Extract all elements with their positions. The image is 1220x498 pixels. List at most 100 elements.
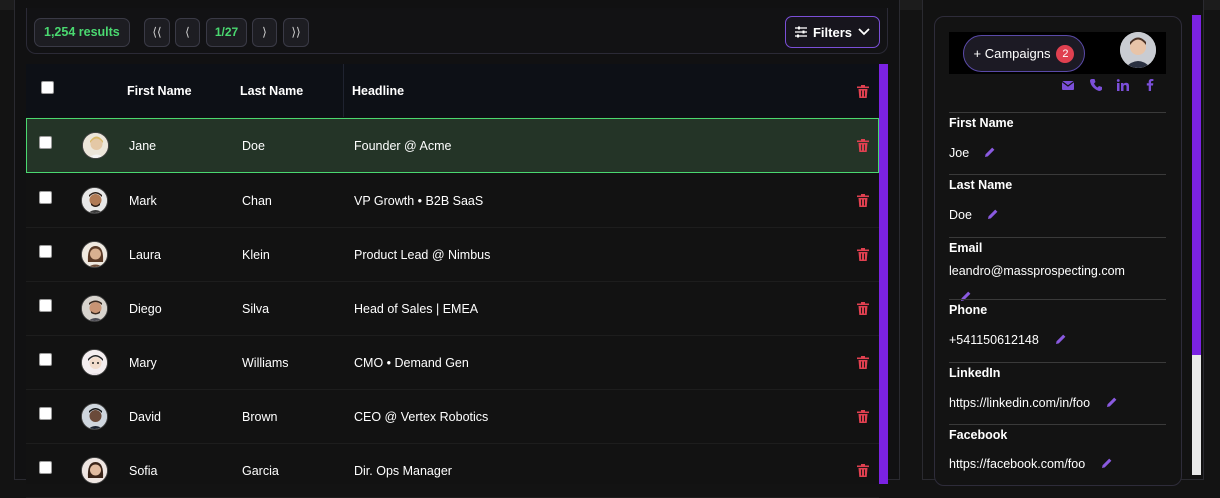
prev-page-button[interactable]: ⟨ xyxy=(175,18,200,47)
facebook-icon[interactable] xyxy=(1143,78,1157,92)
field-divider xyxy=(949,112,1166,113)
email-value: leandro@massprospecting.com xyxy=(949,264,1125,278)
profile-scrollbar-thumb[interactable] xyxy=(1192,15,1201,355)
campaigns-count-badge: 2 xyxy=(1056,44,1075,63)
field-divider xyxy=(949,299,1166,300)
pencil-icon[interactable] xyxy=(1106,396,1118,408)
last-name-label: Last Name xyxy=(949,178,1013,192)
row-checkbox[interactable] xyxy=(39,461,52,474)
first-name-cell: Mark xyxy=(129,194,157,208)
first-name-cell: Jane xyxy=(129,139,157,153)
last-name-cell: Williams xyxy=(242,356,289,370)
first-name-cell: Laura xyxy=(129,248,161,262)
last-name-cell: Silva xyxy=(242,302,270,316)
header-headline[interactable]: Headline xyxy=(352,84,404,98)
field-divider xyxy=(949,237,1166,238)
table-row[interactable]: Laura Klein Product Lead @ Nimbus xyxy=(26,228,879,282)
chevron-down-icon xyxy=(858,28,870,36)
row-checkbox[interactable] xyxy=(39,353,52,366)
headline-cell: VP Growth • B2B SaaS xyxy=(354,194,484,208)
row-checkbox[interactable] xyxy=(39,299,52,312)
header-divider xyxy=(343,64,344,117)
avatar xyxy=(81,187,108,214)
pencil-icon[interactable] xyxy=(1101,457,1113,469)
trash-icon[interactable] xyxy=(857,464,869,477)
avatar xyxy=(81,403,108,430)
pencil-icon[interactable] xyxy=(960,290,972,302)
last-name-cell: Klein xyxy=(242,248,270,262)
table-row[interactable]: Mary Williams CMO • Demand Gen xyxy=(26,336,879,390)
first-name-cell: David xyxy=(129,410,161,424)
page-indicator: 1/27 xyxy=(206,18,247,47)
headline-cell: CEO @ Vertex Robotics xyxy=(354,410,489,424)
pencil-icon[interactable] xyxy=(1055,333,1067,345)
trash-icon[interactable] xyxy=(857,302,869,315)
trash-icon[interactable] xyxy=(857,356,869,369)
last-name-value: Doe xyxy=(949,208,972,222)
table-row[interactable]: David Brown CEO @ Vertex Robotics xyxy=(26,390,879,444)
profile-scrollbar-track[interactable] xyxy=(1192,355,1201,475)
table-row[interactable]: Mark Chan VP Growth • B2B SaaS xyxy=(26,174,879,228)
add-campaigns-button[interactable]: + Campaigns 2 xyxy=(963,35,1085,72)
headline-cell: Head of Sales | EMEA xyxy=(354,302,479,316)
trash-icon[interactable] xyxy=(857,139,869,152)
table-row[interactable]: Diego Silva Head of Sales | EMEA xyxy=(26,282,879,336)
last-name-cell: Brown xyxy=(242,410,278,424)
first-name-value: Joe xyxy=(949,146,970,160)
avatar xyxy=(81,349,108,376)
avatar xyxy=(81,241,108,268)
table-header: First Name Last Name Headline xyxy=(26,64,879,117)
avatar xyxy=(81,457,108,484)
field-divider xyxy=(949,362,1166,363)
profile-avatar xyxy=(1120,32,1156,68)
select-all-checkbox[interactable] xyxy=(41,81,54,94)
field-divider xyxy=(949,174,1166,175)
contacts-table: First Name Last Name Headline Jane Doe F… xyxy=(26,64,879,498)
table-row[interactable]: Jane Doe Founder @ Acme xyxy=(26,118,879,173)
headline-cell: CMO • Demand Gen xyxy=(354,356,469,370)
header-last-name[interactable]: Last Name xyxy=(240,84,303,98)
facebook-label: Facebook xyxy=(949,428,1008,442)
first-name-cell: Diego xyxy=(129,302,162,316)
first-name-cell: Mary xyxy=(129,356,157,370)
sliders-icon xyxy=(794,26,807,38)
first-name-label: First Name xyxy=(949,116,1014,130)
email-label: Email xyxy=(949,241,983,255)
campaigns-label: + Campaigns xyxy=(973,46,1051,61)
phone-value: +541150612148 xyxy=(949,333,1039,347)
headline-cell: Founder @ Acme xyxy=(354,139,452,153)
email-icon[interactable] xyxy=(1061,78,1075,92)
last-name-cell: Garcia xyxy=(242,464,279,478)
linkedin-icon[interactable] xyxy=(1116,78,1130,92)
trash-icon[interactable] xyxy=(857,410,869,423)
avatar xyxy=(82,132,109,159)
first-page-button[interactable]: ⟨⟨ xyxy=(144,18,170,47)
facebook-value: https://facebook.com/foo xyxy=(949,457,1086,471)
pencil-icon[interactable] xyxy=(987,208,999,220)
header-first-name[interactable]: First Name xyxy=(127,84,192,98)
last-name-cell: Doe xyxy=(242,139,265,153)
filters-button[interactable]: Filters xyxy=(785,16,880,48)
last-page-button[interactable]: ⟩⟩ xyxy=(283,18,309,47)
last-name-cell: Chan xyxy=(242,194,272,208)
phone-label: Phone xyxy=(949,303,988,317)
trash-icon[interactable] xyxy=(857,85,869,98)
table-row[interactable]: Sofia Garcia Dir. Ops Manager xyxy=(26,444,879,498)
trash-icon[interactable] xyxy=(857,248,869,261)
row-checkbox[interactable] xyxy=(39,407,52,420)
headline-cell: Product Lead @ Nimbus xyxy=(354,248,491,262)
row-checkbox[interactable] xyxy=(39,245,52,258)
linkedin-value: https://linkedin.com/in/foo xyxy=(949,396,1091,410)
filters-label: Filters xyxy=(812,24,852,40)
phone-icon[interactable] xyxy=(1089,78,1103,92)
trash-icon[interactable] xyxy=(857,194,869,207)
next-page-button[interactable]: ⟩ xyxy=(252,18,277,47)
row-checkbox[interactable] xyxy=(39,191,52,204)
table-scrollbar[interactable] xyxy=(879,64,888,484)
pencil-icon[interactable] xyxy=(984,146,996,158)
linkedin-label: LinkedIn xyxy=(949,366,1001,380)
row-checkbox[interactable] xyxy=(39,136,52,149)
avatar xyxy=(81,295,108,322)
results-count-badge: 1,254 results xyxy=(34,18,130,47)
first-name-cell: Sofia xyxy=(129,464,158,478)
